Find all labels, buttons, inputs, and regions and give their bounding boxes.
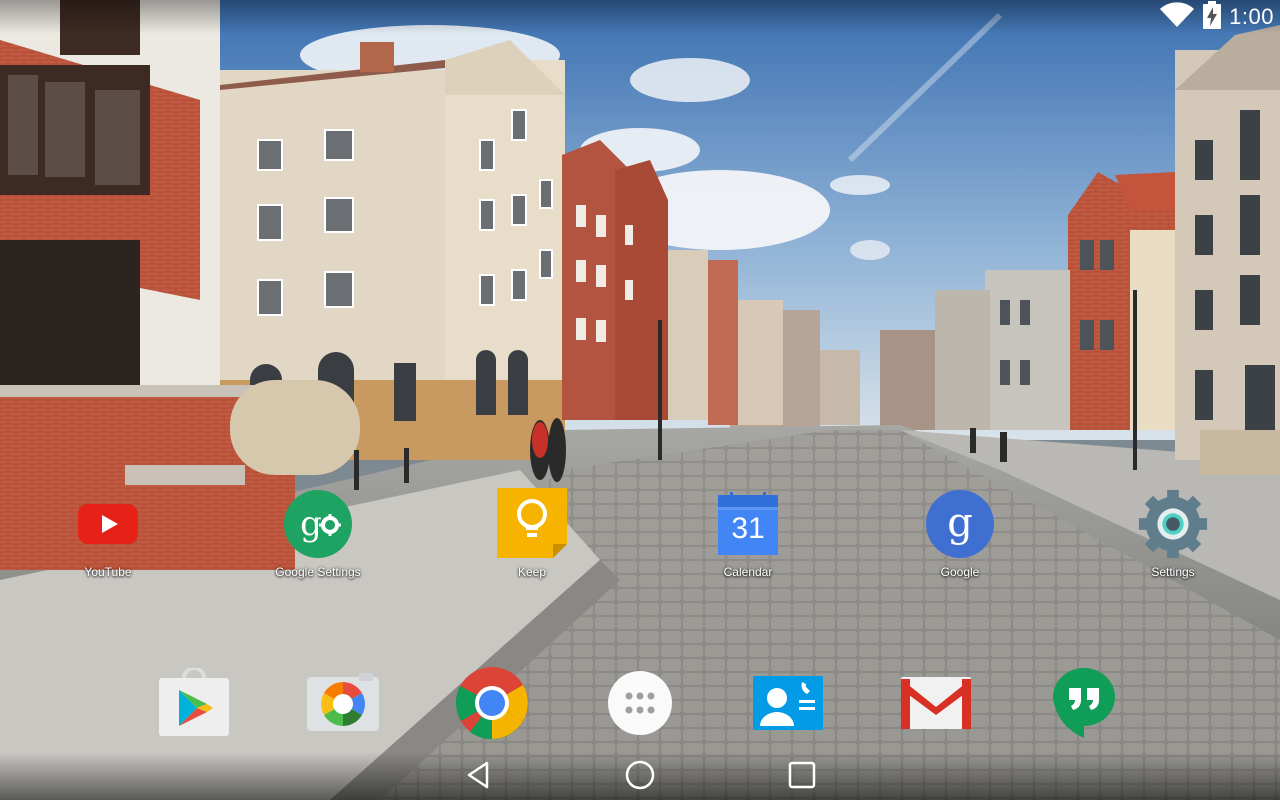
- status-icons: 1:00: [1159, 0, 1274, 33]
- calendar-date: 31: [731, 512, 765, 545]
- google-settings-icon: g: [282, 488, 354, 560]
- app-keep[interactable]: Keep: [467, 488, 597, 588]
- hangouts-icon: [1051, 666, 1117, 745]
- gmail-icon: [900, 675, 972, 736]
- app-label: Google Settings: [275, 565, 361, 579]
- app-google-settings[interactable]: g Google Settings: [253, 488, 383, 588]
- google-search-icon: g: [924, 488, 996, 560]
- wifi-icon: [1159, 1, 1195, 33]
- settings-gear-icon: [1137, 488, 1209, 560]
- app-settings[interactable]: Settings: [1108, 488, 1238, 588]
- app-drawer-icon: [607, 670, 673, 741]
- dock-contacts[interactable]: [748, 665, 828, 745]
- back-button[interactable]: [448, 759, 508, 795]
- play-store-icon: [157, 665, 231, 743]
- youtube-icon: [72, 488, 144, 560]
- app-calendar[interactable]: 31 Calendar: [683, 488, 813, 588]
- keep-icon: [496, 488, 568, 560]
- app-youtube[interactable]: YouTube: [43, 488, 173, 588]
- app-label: Settings: [1151, 565, 1195, 579]
- status-bar: 1:00: [0, 0, 1280, 34]
- svg-text:g: g: [300, 504, 322, 544]
- dock-app-drawer[interactable]: [600, 665, 680, 745]
- app-label: Keep: [517, 565, 547, 579]
- app-label: Google: [940, 565, 980, 579]
- contacts-icon: [752, 674, 824, 737]
- app-google[interactable]: g Google: [895, 488, 1025, 588]
- status-time: 1:00: [1229, 4, 1274, 29]
- battery-charging-icon: [1203, 0, 1222, 34]
- camera-icon: [305, 672, 381, 738]
- app-label: Calendar: [723, 565, 773, 579]
- dock-gmail[interactable]: [896, 665, 976, 745]
- home-button[interactable]: [610, 759, 670, 795]
- dock-chrome[interactable]: [452, 665, 532, 745]
- recents-button[interactable]: [772, 759, 832, 795]
- calendar-icon: 31: [712, 488, 784, 560]
- navigation-bar: [0, 752, 1280, 800]
- dock-hangouts[interactable]: [1044, 665, 1124, 745]
- back-icon: [465, 761, 491, 794]
- dock-camera[interactable]: [303, 665, 383, 745]
- dock-play-store[interactable]: [154, 665, 234, 745]
- chrome-icon: [455, 666, 529, 745]
- recents-icon: [788, 761, 816, 794]
- app-label: YouTube: [84, 565, 132, 579]
- svg-text:g: g: [947, 500, 973, 546]
- home-icon: [624, 759, 656, 796]
